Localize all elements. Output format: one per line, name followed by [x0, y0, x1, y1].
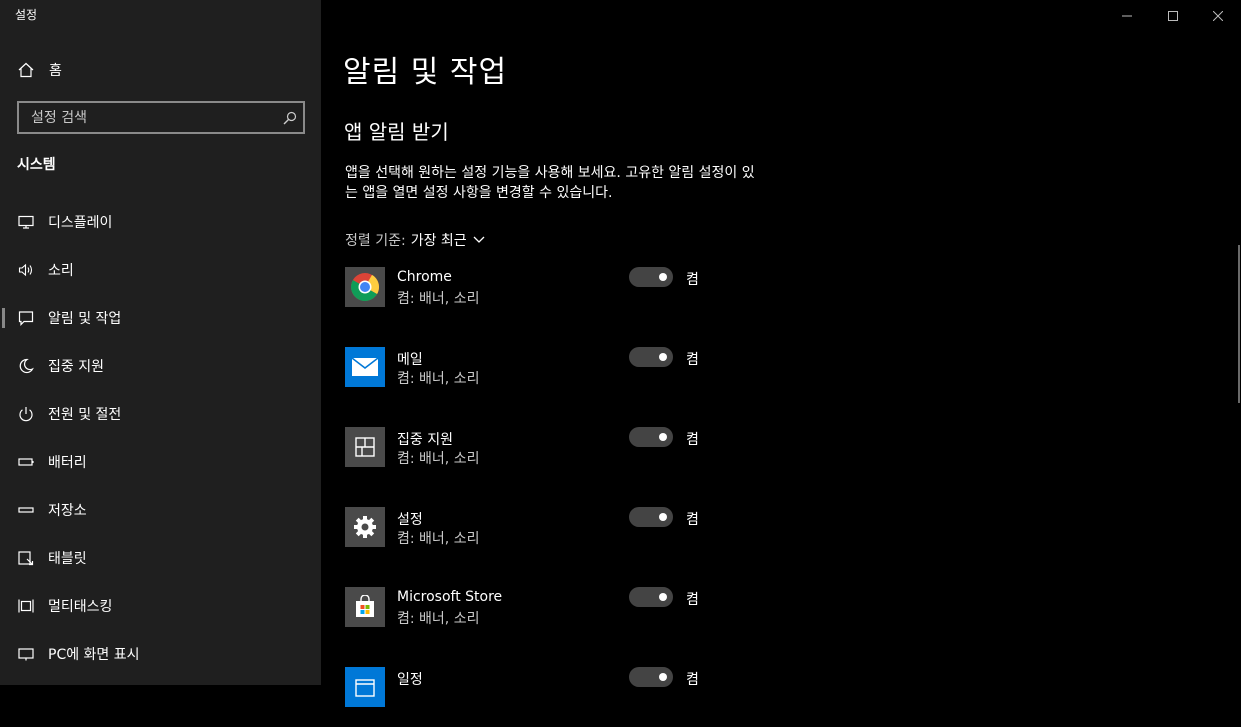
- search-icon[interactable]: [283, 110, 297, 129]
- toggle-knob: [659, 513, 667, 521]
- sidebar-item-label: 배터리: [48, 455, 87, 471]
- home-icon: [17, 61, 35, 79]
- page-title: 알림 및 작업: [343, 55, 508, 90]
- app-status: 켬: 배너, 소리: [397, 371, 480, 387]
- maximize-icon: [1168, 6, 1178, 25]
- moon-icon: [17, 357, 35, 375]
- app-row-calendar[interactable]: 일정 켬: [345, 667, 725, 727]
- notification-toggle[interactable]: [629, 427, 673, 447]
- tablet-icon: [17, 549, 35, 567]
- notification-toggle[interactable]: [629, 267, 673, 287]
- app-row-chrome[interactable]: Chrome 켬: 배너, 소리 켬: [345, 267, 725, 327]
- sidebar-item-label: 알림 및 작업: [48, 311, 122, 327]
- app-name: 설정: [397, 512, 423, 528]
- description-line: 앱을 선택해 원하는 설정 기능을 사용해 보세요. 고유한 알림 설정이 있: [345, 165, 755, 181]
- multitasking-icon: [17, 597, 35, 615]
- window-title: 설정: [15, 8, 38, 22]
- toggle-knob: [659, 673, 667, 681]
- sidebar: 설정 홈 시스템 디스플레이 소리 알림 및 작업 집중 지원: [0, 0, 321, 685]
- sidebar-item-project[interactable]: PC에 화면 표시: [0, 632, 321, 676]
- toggle-label: 켬: [686, 512, 699, 528]
- sidebar-item-label: 소리: [48, 263, 74, 279]
- search-input[interactable]: [29, 107, 283, 129]
- store-icon: [345, 587, 385, 627]
- toggle-label: 켬: [686, 272, 699, 288]
- notification-icon: [17, 309, 35, 327]
- notification-toggle[interactable]: [629, 507, 673, 527]
- app-status: 켬: 배너, 소리: [397, 291, 480, 307]
- minimize-icon: [1122, 6, 1132, 25]
- app-row-microsoft-store[interactable]: Microsoft Store 켬: 배너, 소리 켬: [345, 587, 725, 647]
- speaker-icon: [17, 261, 35, 279]
- notification-toggle[interactable]: [629, 587, 673, 607]
- toggle-knob: [659, 273, 667, 281]
- sidebar-item-label: 전원 및 절전: [48, 407, 122, 423]
- toggle-label: 켬: [686, 352, 699, 368]
- focus-assist-icon: [345, 427, 385, 467]
- app-row-mail[interactable]: 메일 켬: 배너, 소리 켬: [345, 347, 725, 407]
- toggle-label: 켬: [686, 432, 699, 448]
- app-status: 켬: 배너, 소리: [397, 451, 480, 467]
- sidebar-item-multitasking[interactable]: 멀티태스킹: [0, 584, 321, 628]
- sidebar-item-power[interactable]: 전원 및 절전: [0, 392, 321, 436]
- sidebar-item-label: 태블릿: [48, 551, 87, 567]
- sidebar-item-focus-assist[interactable]: 집중 지원: [0, 344, 321, 388]
- close-button[interactable]: [1195, 0, 1241, 30]
- app-name: Microsoft Store: [397, 589, 503, 605]
- app-row-settings[interactable]: 설정 켬: 배너, 소리 켬: [345, 507, 725, 567]
- sidebar-item-label: PC에 화면 표시: [48, 647, 140, 663]
- app-row-focus-assist[interactable]: 집중 지원 켬: 배너, 소리 켬: [345, 427, 725, 487]
- minimize-button[interactable]: [1104, 0, 1150, 30]
- toggle-knob: [659, 593, 667, 601]
- battery-icon: [17, 453, 35, 471]
- sidebar-item-label: 멀티태스킹: [48, 599, 113, 615]
- sidebar-item-display[interactable]: 디스플레이: [0, 200, 321, 244]
- toggle-knob: [659, 433, 667, 441]
- sidebar-item-storage[interactable]: 저장소: [0, 488, 321, 532]
- sidebar-item-sound[interactable]: 소리: [0, 248, 321, 292]
- toggle-label: 켬: [686, 672, 699, 688]
- storage-icon: [17, 501, 35, 519]
- settings-gear-icon: [345, 507, 385, 547]
- close-icon: [1212, 6, 1224, 25]
- sidebar-item-label: 저장소: [48, 503, 87, 519]
- section-label-system: 시스템: [17, 157, 56, 173]
- app-status: 켬: 배너, 소리: [397, 611, 480, 627]
- sidebar-item-label: 디스플레이: [48, 215, 113, 231]
- sidebar-item-tablet[interactable]: 태블릿: [0, 536, 321, 580]
- nav-home-label: 홈: [49, 63, 62, 79]
- sidebar-item-label: 집중 지원: [48, 359, 104, 375]
- toggle-knob: [659, 353, 667, 361]
- app-status: 켬: 배너, 소리: [397, 531, 480, 547]
- sort-dropdown[interactable]: 정렬 기준: 가장 최근: [345, 230, 485, 250]
- sidebar-item-battery[interactable]: 배터리: [0, 440, 321, 484]
- description-line: 는 앱을 열면 설정 사항을 변경할 수 있습니다.: [345, 185, 613, 201]
- search-box[interactable]: [17, 101, 305, 134]
- toggle-label: 켬: [686, 592, 699, 608]
- calendar-icon: [345, 667, 385, 707]
- sort-key-label: 정렬 기준:: [345, 233, 406, 249]
- app-name: Chrome: [397, 269, 452, 285]
- app-name: 집중 지원: [397, 432, 453, 448]
- app-name: 메일: [397, 352, 423, 368]
- notification-toggle[interactable]: [629, 667, 673, 687]
- monitor-icon: [17, 213, 35, 231]
- mail-icon: [345, 347, 385, 387]
- app-name: 일정: [397, 672, 423, 688]
- section-description: 앱을 선택해 원하는 설정 기능을 사용해 보세요. 고유한 알림 설정이 있 …: [345, 163, 805, 203]
- main-content: 알림 및 작업 앱 알림 받기 앱을 선택해 원하는 설정 기능을 사용해 보세…: [321, 0, 1241, 707]
- sidebar-item-notifications[interactable]: 알림 및 작업: [0, 296, 321, 340]
- notification-toggle[interactable]: [629, 347, 673, 367]
- chevron-down-icon: [473, 232, 485, 248]
- chrome-icon: [345, 267, 385, 307]
- sort-value: 가장 최근: [410, 233, 467, 249]
- maximize-button[interactable]: [1150, 0, 1196, 30]
- scrollbar-thumb[interactable]: [1238, 245, 1240, 403]
- power-icon: [17, 405, 35, 423]
- section-title: 앱 알림 받기: [344, 120, 449, 144]
- nav-home[interactable]: 홈: [0, 48, 321, 92]
- project-icon: [17, 645, 35, 663]
